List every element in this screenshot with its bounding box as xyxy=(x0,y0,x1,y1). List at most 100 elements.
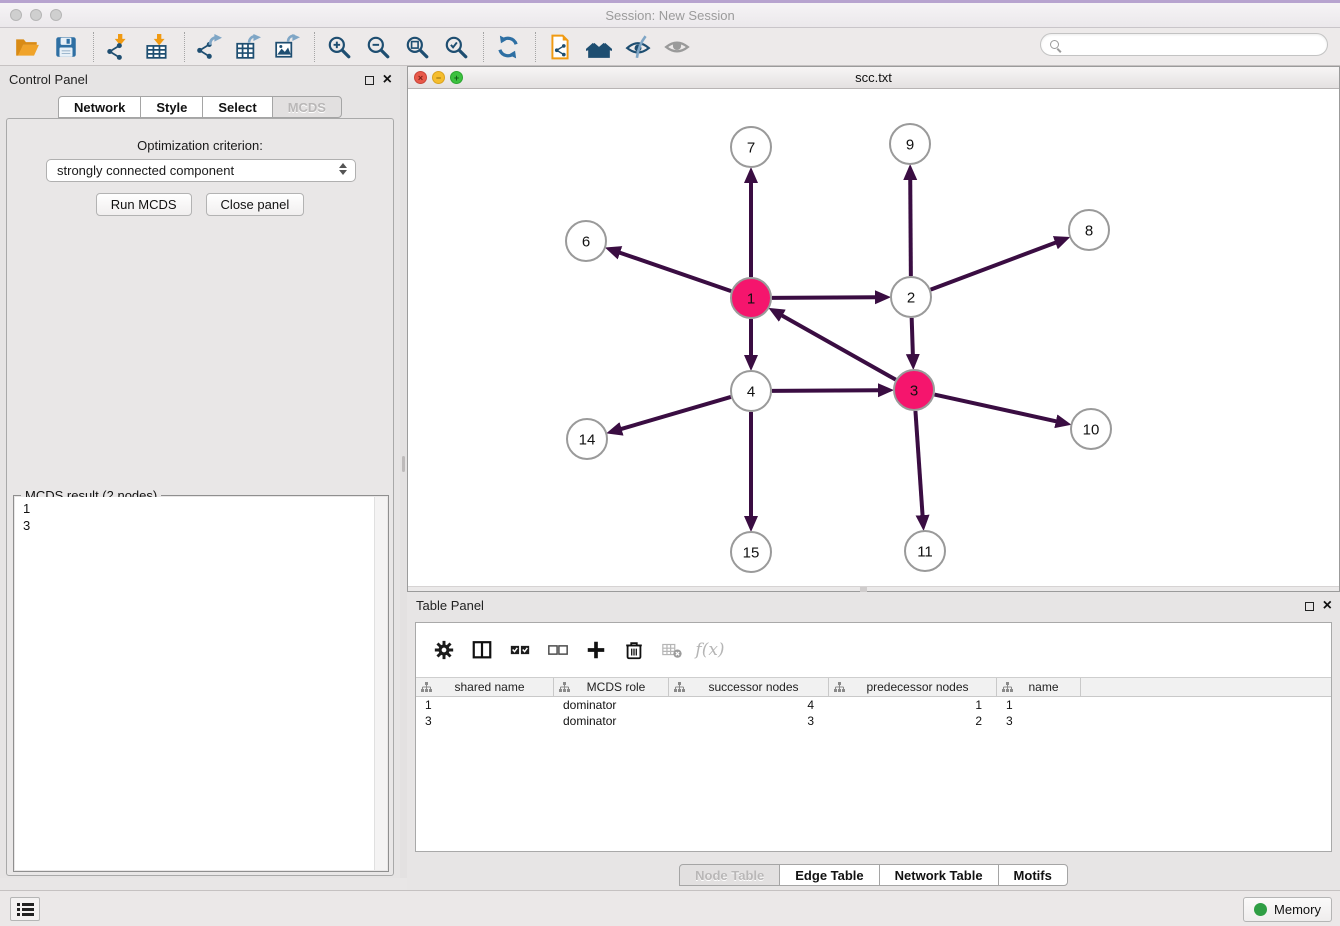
splitter-grip[interactable] xyxy=(402,456,405,472)
float-panel-icon[interactable] xyxy=(365,76,374,85)
table-row[interactable]: 3dominator323 xyxy=(416,713,1331,729)
mcds-result-area[interactable]: 13 xyxy=(15,497,387,870)
cell-MCDS-role[interactable]: dominator xyxy=(554,697,669,713)
birdseye-view-icon[interactable] xyxy=(662,32,692,62)
column-header-shared-name[interactable]: shared name xyxy=(416,678,554,696)
cell-name[interactable]: 3 xyxy=(997,713,1081,729)
column-header-successor-nodes[interactable]: successor nodes xyxy=(669,678,829,696)
memory-label: Memory xyxy=(1274,902,1321,917)
delete-table-icon[interactable] xyxy=(658,636,686,664)
result-line: 3 xyxy=(23,517,379,534)
zoom-in-icon[interactable] xyxy=(324,32,354,62)
tab-style[interactable]: Style xyxy=(140,96,203,118)
edge-4-3[interactable] xyxy=(772,390,880,391)
apply-function-icon[interactable]: f(x) xyxy=(696,636,724,664)
node-label-3: 3 xyxy=(910,382,918,399)
edge-1-6[interactable] xyxy=(618,252,731,291)
edge-2-9[interactable] xyxy=(910,178,911,276)
app-title: Session: New Session xyxy=(0,3,1340,28)
search-box[interactable] xyxy=(1040,33,1328,56)
show-graphics-details-icon[interactable] xyxy=(623,32,653,62)
maximize-view-icon[interactable]: + xyxy=(450,71,463,84)
import-table-icon[interactable] xyxy=(142,32,172,62)
edge-2-3[interactable] xyxy=(912,318,913,356)
edge-3-1[interactable] xyxy=(781,315,896,380)
result-scrollbar[interactable] xyxy=(374,497,387,870)
table-panel-title: Table Panel xyxy=(416,598,484,613)
close-table-panel-icon[interactable]: × xyxy=(1323,598,1332,614)
table-tabs: Node TableEdge TableNetwork TableMotifs xyxy=(407,864,1340,886)
edge-4-14[interactable] xyxy=(620,397,731,430)
edge-2-8[interactable] xyxy=(931,242,1058,290)
select-all-icon[interactable] xyxy=(506,636,534,664)
search-icon xyxy=(1050,40,1059,49)
edge-3-10[interactable] xyxy=(935,395,1058,422)
cell-name[interactable]: 1 xyxy=(997,697,1081,713)
save-session-icon[interactable] xyxy=(51,32,81,62)
float-table-panel-icon[interactable] xyxy=(1305,602,1314,611)
close-panel-icon[interactable]: × xyxy=(383,72,392,88)
node-label-10: 10 xyxy=(1083,421,1100,438)
tab-network[interactable]: Network xyxy=(58,96,141,118)
add-column-icon[interactable] xyxy=(582,636,610,664)
column-header-predecessor-nodes[interactable]: predecessor nodes xyxy=(829,678,997,696)
network-graph[interactable]: 1234678910111415 xyxy=(408,89,1339,586)
clone-network-icon[interactable] xyxy=(545,32,575,62)
gear-icon[interactable] xyxy=(430,636,458,664)
import-network-icon[interactable] xyxy=(103,32,133,62)
dropdown-stepper-icon xyxy=(339,163,347,175)
edge-3-11[interactable] xyxy=(915,411,922,517)
export-image-icon[interactable] xyxy=(272,32,302,62)
open-session-icon[interactable] xyxy=(12,32,42,62)
column-header-name[interactable]: name xyxy=(997,678,1081,696)
toolbar-separator xyxy=(314,32,315,62)
result-line: 1 xyxy=(23,500,379,517)
panel-splitter[interactable] xyxy=(400,66,407,878)
node-label-1: 1 xyxy=(747,290,755,307)
cell-MCDS-role[interactable]: dominator xyxy=(554,713,669,729)
main-toolbar xyxy=(0,28,1340,66)
split-panel-icon[interactable] xyxy=(468,636,496,664)
delete-column-icon[interactable] xyxy=(620,636,648,664)
toolbar-separator xyxy=(535,32,536,62)
search-input[interactable] xyxy=(1065,38,1327,52)
edge-1-2[interactable] xyxy=(772,297,877,298)
tab-network-table[interactable]: Network Table xyxy=(879,864,999,886)
table-row[interactable]: 1dominator411 xyxy=(416,697,1331,713)
network-window-titlebar[interactable]: × − + scc.txt xyxy=(408,67,1339,89)
tab-node-table[interactable]: Node Table xyxy=(679,864,780,886)
cell-shared-name[interactable]: 3 xyxy=(416,713,554,729)
cell-successor-nodes[interactable]: 4 xyxy=(669,697,829,713)
tab-edge-table[interactable]: Edge Table xyxy=(779,864,879,886)
status-bar: Memory xyxy=(0,890,1340,926)
column-header-MCDS-role[interactable]: MCDS role xyxy=(554,678,669,696)
cell-predecessor-nodes[interactable]: 2 xyxy=(829,713,997,729)
table-header-row: shared nameMCDS rolesuccessor nodesprede… xyxy=(416,677,1331,697)
criterion-dropdown-value: strongly connected component xyxy=(57,163,234,178)
control-panel-title: Control Panel xyxy=(9,72,88,87)
close-panel-button[interactable]: Close panel xyxy=(206,193,305,216)
export-network-icon[interactable] xyxy=(194,32,224,62)
cell-predecessor-nodes[interactable]: 1 xyxy=(829,697,997,713)
export-table-icon[interactable] xyxy=(233,32,263,62)
deselect-all-icon[interactable] xyxy=(544,636,572,664)
zoom-fit-icon[interactable] xyxy=(402,32,432,62)
zoom-out-icon[interactable] xyxy=(363,32,393,62)
tab-mcds[interactable]: MCDS xyxy=(272,96,342,118)
cell-shared-name[interactable]: 1 xyxy=(416,697,554,713)
refresh-view-icon[interactable] xyxy=(493,32,523,62)
tab-select[interactable]: Select xyxy=(202,96,272,118)
minimize-view-icon[interactable]: − xyxy=(432,71,445,84)
memory-button[interactable]: Memory xyxy=(1243,897,1332,922)
run-mcds-button[interactable]: Run MCDS xyxy=(96,193,192,216)
cell-successor-nodes[interactable]: 3 xyxy=(669,713,829,729)
home-layout-icon[interactable] xyxy=(584,32,614,62)
close-view-icon[interactable]: × xyxy=(414,71,427,84)
criterion-dropdown[interactable]: strongly connected component xyxy=(46,159,356,182)
toolbar-separator xyxy=(184,32,185,62)
network-canvas[interactable]: 1234678910111415 xyxy=(408,89,1339,586)
task-history-button[interactable] xyxy=(10,897,40,921)
tab-motifs[interactable]: Motifs xyxy=(998,864,1068,886)
zoom-selected-icon[interactable] xyxy=(441,32,471,62)
toolbar-separator xyxy=(483,32,484,62)
